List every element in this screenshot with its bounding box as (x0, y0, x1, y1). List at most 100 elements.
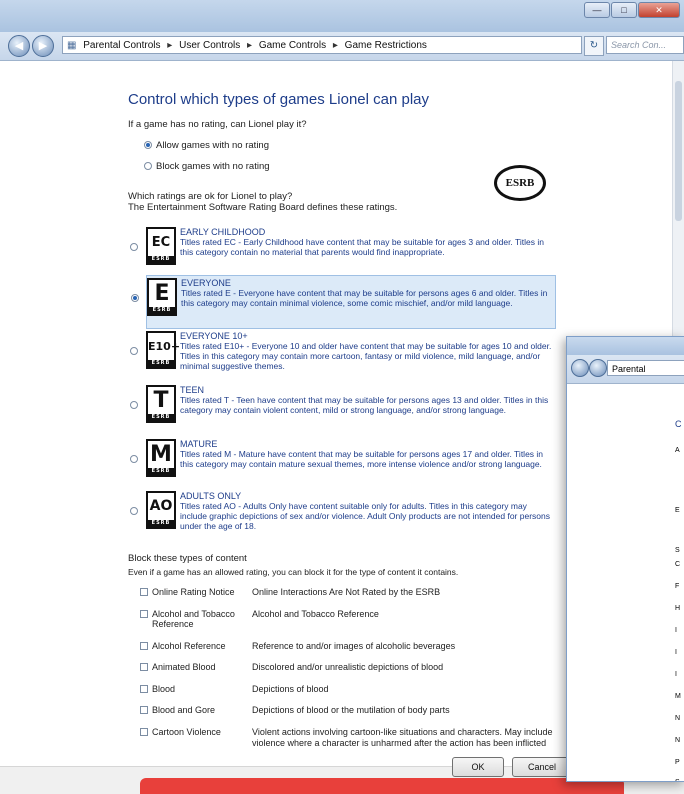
rating-radio[interactable] (130, 455, 138, 463)
rating-early-childhood[interactable]: EC ESRB EARLY CHILDHOOD Titles rated EC -… (130, 225, 554, 269)
forward-button[interactable]: ▶ (32, 35, 54, 57)
search-input[interactable]: Search Con... (606, 36, 684, 54)
breadcrumb-separator: ▸ (167, 40, 173, 51)
refresh-icon[interactable]: ↻ (584, 36, 604, 56)
rating-name: EVERYONE (181, 278, 231, 288)
rating-name: MATURE (180, 439, 218, 449)
address-toolbar: ◀ ▶ ▦ Parental Controls ▸ User Controls … (0, 32, 684, 61)
breadcrumb-separator: ▸ (247, 40, 253, 51)
maximize-button[interactable]: □ (611, 2, 637, 18)
breadcrumb-parental-controls[interactable]: Parental Controls (83, 40, 160, 51)
breadcrumb-user-controls[interactable]: User Controls (179, 40, 240, 51)
second-text-letter: I (675, 649, 677, 656)
content-type-description: Depictions of blood or the mutilation of… (252, 705, 450, 715)
second-forward-button[interactable] (589, 359, 607, 377)
alcohol-reference-checkbox[interactable] (140, 642, 148, 650)
content-type-description: Depictions of blood (252, 684, 329, 694)
breadcrumb-game-restrictions[interactable]: Game Restrictions (345, 40, 427, 51)
content-type-description: Online Interactions Are Not Rated by the… (252, 587, 441, 597)
second-window-title-bar (567, 337, 684, 355)
allow-no-rating-label[interactable]: Allow games with no rating (156, 140, 269, 151)
rating-radio[interactable] (130, 347, 138, 355)
rating-mature[interactable]: M ESRB MATURE Titles rated M - Mature hav… (130, 437, 554, 489)
close-button[interactable]: ✕ (638, 2, 680, 18)
rating-radio[interactable] (130, 507, 138, 515)
rating-e-badge: E ESRB (147, 278, 177, 316)
block-content-title: Block these types of content (128, 553, 247, 564)
second-back-button[interactable] (571, 359, 589, 377)
ok-button[interactable]: OK (452, 757, 504, 777)
page-title: Control which types of games Lionel can … (128, 91, 429, 108)
second-text-letter: P (675, 759, 680, 766)
minimize-button[interactable]: — (584, 2, 610, 18)
rating-teen[interactable]: T ESRB TEEN Titles rated T - Teen have co… (130, 383, 554, 435)
alcohol-tobacco-checkbox[interactable] (140, 610, 148, 618)
rating-description: Titles rated EC - Early Childhood have c… (180, 237, 544, 257)
allow-no-rating-radio[interactable] (144, 141, 152, 149)
rating-name: ADULTS ONLY (180, 491, 242, 501)
block-no-rating-label[interactable]: Block games with no rating (156, 161, 270, 172)
cartoon-violence-checkbox[interactable] (140, 728, 148, 736)
second-text-letter: E (675, 507, 680, 514)
content-type-label[interactable]: Online Rating Notice (152, 587, 244, 597)
second-text-letter: A (675, 447, 680, 454)
rating-m-badge: M ESRB (146, 439, 176, 477)
content-type-label[interactable]: Blood and Gore (152, 705, 244, 715)
second-window-content: C A E S C F H I I I M N N P S S (567, 383, 684, 781)
rating-radio[interactable] (131, 294, 139, 302)
second-text-letter: I (675, 671, 677, 678)
cancel-button[interactable]: Cancel (512, 757, 572, 777)
game-restrictions-window: — □ ✕ ◀ ▶ ▦ Parental Controls ▸ User Con… (0, 0, 684, 794)
second-text-letter: S (675, 779, 680, 781)
rating-description: Titles rated E10+ - Everyone 10 and olde… (180, 341, 552, 371)
rating-description: Titles rated AO - Adults Only have conte… (180, 501, 550, 531)
content-type-label[interactable]: Alcohol and Tobacco Reference (152, 609, 244, 629)
rating-t-badge: T ESRB (146, 385, 176, 423)
rating-ao-badge: AO ESRB (146, 491, 176, 529)
rating-name: EVERYONE 10+ (180, 331, 248, 341)
esrb-logo: ESRB (494, 165, 546, 201)
content-type-description: Violent actions involving cartoon-like s… (252, 727, 553, 748)
content-type-label[interactable]: Cartoon Violence (152, 727, 244, 737)
second-text-letter: S (675, 547, 680, 554)
block-no-rating-radio[interactable] (144, 162, 152, 170)
rating-ec-badge: EC ESRB (146, 227, 176, 265)
back-button[interactable]: ◀ (8, 35, 30, 57)
blood-and-gore-checkbox[interactable] (140, 706, 148, 714)
ratings-note: The Entertainment Software Rating Board … (128, 202, 398, 213)
second-text-letter: I (675, 627, 677, 634)
breadcrumb-game-controls[interactable]: Game Controls (259, 40, 326, 51)
rating-e10-badge: E10+ ESRB (146, 331, 180, 369)
rating-adults-only[interactable]: AO ESRB ADULTS ONLY Titles rated AO - Adu… (130, 489, 554, 541)
rating-radio[interactable] (130, 401, 138, 409)
rating-radio[interactable] (130, 243, 138, 251)
rating-name: EARLY CHILDHOOD (180, 227, 266, 237)
content-type-label[interactable]: Blood (152, 684, 244, 694)
breadcrumb-separator: ▸ (332, 40, 338, 51)
no-rating-question: If a game has no rating, can Lionel play… (128, 119, 307, 130)
rating-everyone-10[interactable]: E10+ ESRB EVERYONE 10+ Titles rated E10+ … (130, 329, 554, 381)
control-panel-icon: ▦ (67, 40, 77, 51)
rating-everyone[interactable]: E ESRB EVERYONE Titles rated E - Everyone… (131, 275, 556, 329)
second-text-letter: F (675, 583, 680, 590)
content-type-description: Reference to and/or images of alcoholic … (252, 641, 456, 651)
rating-name: TEEN (180, 385, 205, 395)
content-type-description: Discolored and/or unrealistic depictions… (252, 662, 444, 672)
blood-checkbox[interactable] (140, 685, 148, 693)
content-type-description: Alcohol and Tobacco Reference (252, 609, 379, 619)
scrollbar-thumb[interactable] (675, 81, 682, 221)
second-heading-letter: C (675, 419, 682, 429)
second-window[interactable]: Parental C A E S C F H I I I M N N P S S (566, 336, 684, 782)
second-address-bar[interactable]: Parental (607, 360, 684, 376)
rating-description: Titles rated T - Teen have content that … (180, 395, 549, 415)
second-text-letter: M (675, 693, 681, 700)
red-overlay-banner (140, 778, 624, 794)
address-bar[interactable]: ▦ Parental Controls ▸ User Controls ▸ Ga… (62, 36, 582, 54)
animated-blood-checkbox[interactable] (140, 663, 148, 671)
second-text-letter: H (675, 605, 681, 612)
online-rating-notice-checkbox[interactable] (140, 588, 148, 596)
ratings-question: Which ratings are ok for Lionel to play? (128, 191, 293, 202)
content-type-label[interactable]: Alcohol Reference (152, 641, 244, 651)
window-controls: — □ ✕ (584, 2, 680, 18)
content-type-label[interactable]: Animated Blood (152, 662, 244, 672)
